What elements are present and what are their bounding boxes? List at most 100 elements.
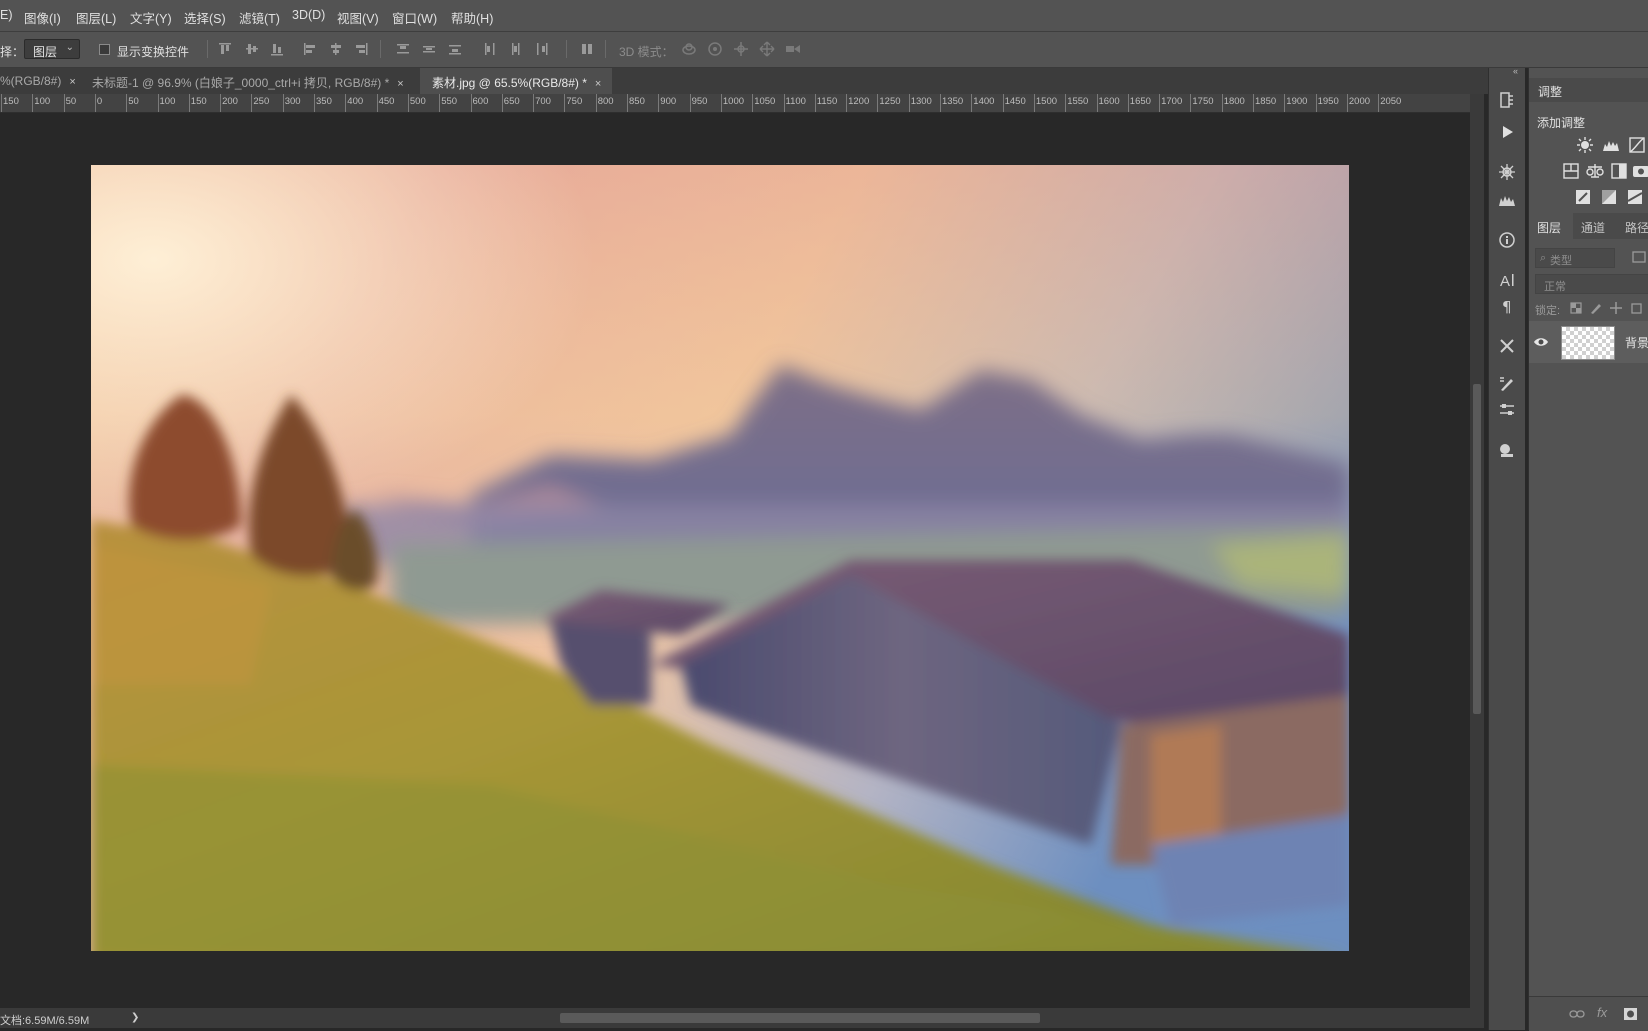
menu-3d[interactable]: 3D(D) bbox=[292, 8, 325, 22]
menu-layer[interactable]: 图层(L) bbox=[76, 8, 116, 27]
add-mask-icon[interactable] bbox=[1623, 1007, 1639, 1021]
ruler-tick bbox=[94, 94, 96, 112]
canvas-area[interactable] bbox=[0, 113, 1470, 1008]
scroll-thumb[interactable] bbox=[1473, 384, 1481, 714]
tab-adjustments[interactable]: 调整 bbox=[1538, 83, 1562, 100]
collapse-icon[interactable]: « bbox=[1513, 66, 1518, 76]
menu-edit[interactable]: E) bbox=[0, 8, 13, 22]
align-right-icon[interactable] bbox=[352, 40, 370, 58]
distribute-vcenter-icon[interactable] bbox=[420, 40, 438, 58]
menu-view[interactable]: 视图(V) bbox=[337, 8, 379, 27]
settings-icon[interactable] bbox=[1497, 162, 1517, 182]
ruler-tick bbox=[783, 94, 785, 112]
photo-filter-icon[interactable] bbox=[1631, 161, 1648, 181]
tab-channels[interactable]: 通道 bbox=[1581, 219, 1605, 236]
clone-source-icon[interactable] bbox=[1497, 440, 1517, 460]
play-icon[interactable] bbox=[1497, 122, 1517, 142]
close-icon[interactable]: × bbox=[397, 78, 403, 90]
svg-text:A: A bbox=[1500, 273, 1510, 290]
invert-icon[interactable] bbox=[1573, 187, 1593, 207]
menu-select[interactable]: 选择(S) bbox=[184, 8, 226, 27]
roll-3d-icon[interactable] bbox=[706, 40, 724, 58]
blend-mode-value: 正常 bbox=[1544, 281, 1566, 293]
brush-icon[interactable] bbox=[1497, 374, 1517, 394]
lock-artboard-icon[interactable] bbox=[1629, 301, 1643, 315]
ruler-tick bbox=[814, 94, 816, 112]
ruler-label: 1200 bbox=[848, 96, 870, 107]
lock-position-icon[interactable] bbox=[1609, 301, 1623, 315]
menu-window[interactable]: 窗口(W) bbox=[392, 8, 437, 27]
brightness-icon[interactable] bbox=[1575, 135, 1595, 155]
lock-transparent-icon[interactable] bbox=[1569, 301, 1583, 315]
orbit-3d-icon[interactable] bbox=[680, 40, 698, 58]
tab-document-2[interactable]: 未标题-1 @ 96.9% (白娘子_0000_ctrl+i 拷贝, RGB/8… bbox=[80, 68, 420, 94]
ruler-label: 1100 bbox=[785, 96, 806, 107]
eye-icon[interactable] bbox=[1533, 334, 1549, 350]
ruler-label: 1550 bbox=[1067, 96, 1089, 107]
tab-layers[interactable]: 图层 bbox=[1537, 219, 1561, 236]
history-icon[interactable] bbox=[1497, 90, 1517, 110]
tab-label: 未标题-1 @ 96.9% (白娘子_0000_ctrl+i 拷贝, RGB/8… bbox=[92, 76, 390, 90]
fx-icon[interactable]: fx bbox=[1597, 1005, 1607, 1020]
distribute-left-icon[interactable] bbox=[481, 40, 499, 58]
distribute-bottom-icon[interactable] bbox=[446, 40, 464, 58]
ruler-tick bbox=[1033, 94, 1035, 112]
menu-type[interactable]: 文字(Y) bbox=[130, 8, 172, 27]
show-transform-checkbox[interactable] bbox=[99, 44, 110, 55]
curves-icon[interactable] bbox=[1627, 135, 1647, 155]
balance-scale-icon[interactable] bbox=[1585, 161, 1605, 181]
tool-presets-icon[interactable] bbox=[1497, 336, 1517, 356]
horizontal-ruler[interactable]: 150 100 50 0 50 100 150 200 250 300 350 400 450 500 55… bbox=[0, 94, 1470, 113]
layer-name[interactable]: 背景 bbox=[1625, 334, 1648, 351]
pan-3d-icon[interactable] bbox=[732, 40, 750, 58]
image-filter-icon[interactable] bbox=[1631, 250, 1647, 264]
layer-filter-dropdown[interactable]: ⌕ 类型 bbox=[1535, 248, 1615, 268]
dropdown-value: 图层 bbox=[33, 45, 58, 59]
auto-select-target-dropdown[interactable]: 图层 ⌄ bbox=[24, 39, 80, 59]
align-left-icon[interactable] bbox=[301, 40, 319, 58]
character-icon[interactable]: A bbox=[1497, 270, 1517, 290]
lock-pixels-icon[interactable] bbox=[1589, 301, 1603, 315]
link-layers-icon[interactable] bbox=[1569, 1007, 1585, 1021]
ruler-tick bbox=[627, 94, 628, 112]
gradient-map-icon[interactable] bbox=[1599, 187, 1619, 207]
properties-icon[interactable] bbox=[1497, 400, 1517, 420]
distribute-hcenter-icon[interactable] bbox=[507, 40, 525, 58]
selective-color-icon[interactable] bbox=[1625, 187, 1645, 207]
paragraph-icon[interactable]: ¶ bbox=[1497, 296, 1517, 316]
ruler-label: 1650 bbox=[1129, 96, 1151, 107]
scale-3d-icon[interactable] bbox=[784, 40, 802, 58]
tab-paths[interactable]: 路径 bbox=[1625, 219, 1648, 236]
histogram-icon[interactable] bbox=[1497, 190, 1517, 210]
color-balance-icon[interactable] bbox=[1561, 161, 1581, 181]
info-icon[interactable] bbox=[1497, 230, 1517, 250]
ruler-tick bbox=[1127, 94, 1129, 112]
close-icon[interactable]: × bbox=[595, 78, 601, 90]
slide-3d-icon[interactable] bbox=[758, 40, 776, 58]
menu-image[interactable]: 图像(I) bbox=[24, 8, 61, 27]
blend-mode-dropdown[interactable]: 正常 bbox=[1535, 274, 1648, 294]
ruler-label: 300 bbox=[284, 96, 301, 107]
levels-icon[interactable] bbox=[1601, 135, 1621, 155]
vertical-scrollbar[interactable] bbox=[1470, 94, 1484, 1008]
doc-size-status[interactable]: 文档:6.59M/6.59M bbox=[0, 1012, 89, 1028]
horizontal-scroll-thumb[interactable] bbox=[560, 1013, 1040, 1023]
ruler-label: 600 bbox=[472, 96, 489, 107]
close-icon[interactable]: × bbox=[69, 76, 75, 88]
align-top-icon[interactable] bbox=[216, 40, 234, 58]
align-bottom-icon[interactable] bbox=[268, 40, 286, 58]
menu-help[interactable]: 帮助(H) bbox=[451, 8, 493, 27]
ruler-tick bbox=[658, 94, 660, 112]
distribute-top-icon[interactable] bbox=[394, 40, 412, 58]
distribute-right-icon[interactable] bbox=[533, 40, 551, 58]
status-menu-arrow-icon[interactable]: ❯ bbox=[131, 1012, 139, 1023]
ruler-tick bbox=[251, 94, 253, 112]
align-vcenter-icon[interactable] bbox=[243, 40, 261, 58]
tab-document-1[interactable]: %(RGB/8#) × bbox=[0, 68, 80, 94]
layer-row[interactable]: 背景 bbox=[1529, 321, 1648, 363]
align-hcenter-icon[interactable] bbox=[327, 40, 345, 58]
auto-align-icon[interactable] bbox=[578, 40, 596, 58]
black-white-icon[interactable] bbox=[1609, 161, 1629, 181]
tab-document-3[interactable]: 素材.jpg @ 65.5%(RGB/8#) * × bbox=[420, 68, 612, 94]
menu-filter[interactable]: 滤镜(T) bbox=[239, 8, 280, 27]
